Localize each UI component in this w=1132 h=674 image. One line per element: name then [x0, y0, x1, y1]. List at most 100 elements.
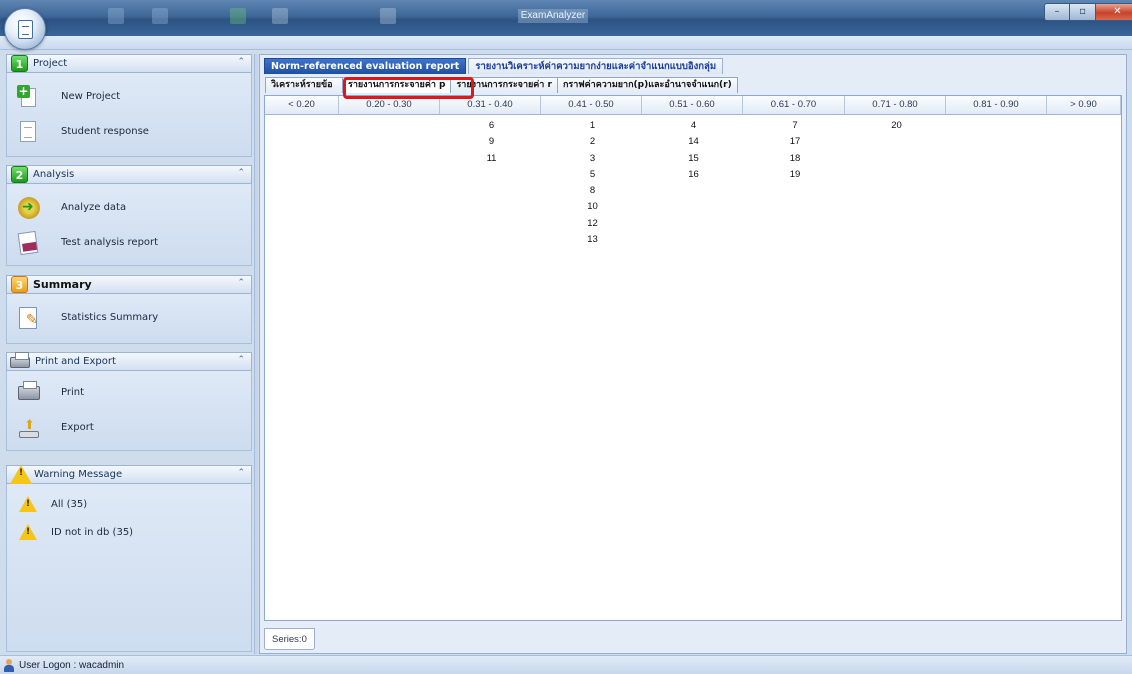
user-icon: [3, 658, 15, 672]
nav-item-warning-id-not-in-db[interactable]: ! ID not in db (35): [7, 518, 251, 546]
grid-cell[interactable]: 14: [643, 134, 744, 150]
grid-cell[interactable]: 1: [542, 118, 643, 134]
statistics-icon: [17, 306, 41, 330]
nav-item-label: Test analysis report: [61, 237, 159, 248]
grid-cell[interactable]: 10: [542, 199, 643, 215]
nav-item-test-analysis-report[interactable]: Test analysis report: [7, 225, 251, 260]
nav-item-student-response[interactable]: Student response: [7, 114, 251, 149]
chevron-up-icon[interactable]: ⌃: [237, 278, 245, 288]
tab-group-difficulty-report[interactable]: รายงานวิเคราะห์ค่าความยากง่ายและค่าจำแนก…: [468, 58, 724, 74]
group-body: ! All (35) ! ID not in db (35): [6, 484, 252, 652]
pane-splitter[interactable]: [254, 54, 258, 654]
grid-cell[interactable]: 11: [441, 151, 542, 167]
navigation-pane: 1 Project ⌃ + New Project Student respon…: [6, 54, 254, 654]
ribbon-strip: [0, 36, 1132, 50]
group-body: Print ⬆ Export: [6, 371, 252, 451]
warning-icon: !: [19, 496, 37, 512]
chevron-up-icon[interactable]: ⌃: [237, 57, 245, 67]
group-number-badge: 1: [11, 55, 28, 72]
group-title: Warning Message: [34, 469, 123, 480]
group-title: Project: [33, 58, 68, 69]
column-header[interactable]: 0.81 - 0.90: [946, 96, 1047, 115]
grid-cell[interactable]: 17: [744, 134, 846, 150]
nav-item-warning-all[interactable]: ! All (35): [7, 490, 251, 518]
tab-p-r-graph[interactable]: กราฟค่าความยาก(p)และอำนาจจำแนก(r): [556, 77, 738, 93]
window-controls: – ▫ ✕: [1044, 3, 1132, 21]
grid-column-values: 1 2 3 5 8 10 12 13: [542, 118, 643, 248]
nav-item-print[interactable]: Print: [7, 375, 251, 410]
application-menu-button[interactable]: [4, 8, 46, 50]
tab-series[interactable]: Series:0: [264, 628, 315, 650]
group-body: + New Project Student response: [6, 73, 252, 157]
minimize-button[interactable]: –: [1044, 3, 1070, 21]
report-icon: [17, 230, 41, 255]
p-distribution-grid: < 0.20 0.20 - 0.30 0.31 - 0.40 0.41 - 0.…: [264, 95, 1122, 621]
grid-cell[interactable]: 20: [846, 118, 947, 134]
group-header-warning-message[interactable]: ! Warning Message ⌃: [6, 465, 252, 484]
grid-column-values: 4 14 15 16: [643, 118, 744, 183]
highlight-annotation: [343, 77, 474, 99]
grid-cell[interactable]: 5: [542, 167, 643, 183]
group-title: Summary: [33, 278, 92, 291]
group-title: Print and Export: [35, 356, 116, 367]
grid-cell[interactable]: 9: [441, 134, 542, 150]
grid-cell[interactable]: 7: [744, 118, 846, 134]
grid-cell[interactable]: 19: [744, 167, 846, 183]
tab-item-analysis[interactable]: วิเคราะห์รายข้อ: [265, 77, 343, 93]
nav-item-label: New Project: [61, 91, 121, 102]
group-number-badge: 2: [11, 166, 28, 183]
nav-item-label: Print: [61, 387, 85, 398]
column-header[interactable]: 0.71 - 0.80: [845, 96, 946, 115]
grid-column-values: 20: [846, 118, 947, 134]
grid-cell[interactable]: 2: [542, 134, 643, 150]
nav-group-warning-message: ! Warning Message ⌃ ! All (35) ! ID not …: [6, 465, 252, 652]
window-title: ExamAnalyzer: [518, 9, 588, 23]
grid-cell[interactable]: 16: [643, 167, 744, 183]
column-header[interactable]: 0.51 - 0.60: [642, 96, 743, 115]
group-header-analysis[interactable]: 2 Analysis ⌃: [6, 165, 252, 184]
chevron-up-icon[interactable]: ⌃: [237, 168, 245, 178]
grid-cell[interactable]: 3: [542, 151, 643, 167]
grid-cell[interactable]: 8: [542, 183, 643, 199]
grid-cell[interactable]: 12: [542, 216, 643, 232]
chevron-up-icon[interactable]: ⌃: [237, 468, 245, 478]
nav-item-export[interactable]: ⬆ Export: [7, 410, 251, 445]
document-icon: [17, 120, 41, 144]
nav-item-statistics-summary[interactable]: Statistics Summary: [7, 300, 251, 335]
decoration-icon: [152, 8, 168, 24]
column-header[interactable]: > 0.90: [1047, 96, 1121, 115]
main-content: Norm-referenced evaluation report รายงาน…: [259, 54, 1127, 654]
nav-item-analyze-data[interactable]: Analyze data: [7, 190, 251, 225]
nav-item-new-project[interactable]: + New Project: [7, 79, 251, 114]
decoration-icon: [380, 8, 396, 24]
close-button[interactable]: ✕: [1096, 3, 1132, 21]
group-number-badge: 3: [11, 276, 28, 293]
column-header[interactable]: < 0.20: [265, 96, 339, 115]
grid-column-values: 6 9 11: [441, 118, 542, 167]
grid-cell[interactable]: 15: [643, 151, 744, 167]
nav-item-label: Student response: [61, 126, 149, 137]
column-header[interactable]: 0.61 - 0.70: [743, 96, 845, 115]
group-header-print-export[interactable]: Print and Export ⌃: [6, 351, 252, 371]
grid-cell[interactable]: 4: [643, 118, 744, 134]
series-tabs: Series:0: [264, 628, 315, 650]
nav-item-label: Export: [61, 422, 94, 433]
report-tabs: Norm-referenced evaluation report รายงาน…: [264, 58, 725, 74]
grid-cell[interactable]: 13: [542, 232, 643, 248]
column-header[interactable]: 0.41 - 0.50: [541, 96, 642, 115]
warning-icon: !: [10, 465, 32, 484]
group-header-summary[interactable]: 3 Summary ⌃: [6, 275, 252, 294]
warning-icon: !: [19, 524, 37, 540]
nav-item-label: Statistics Summary: [61, 312, 159, 323]
chevron-up-icon[interactable]: ⌃: [237, 355, 245, 365]
grid-cell[interactable]: 18: [744, 151, 846, 167]
tab-norm-referenced-report[interactable]: Norm-referenced evaluation report: [264, 58, 467, 74]
app-document-icon: [18, 20, 33, 39]
nav-item-label: ID not in db (35): [51, 526, 134, 538]
grid-cell[interactable]: 6: [441, 118, 542, 134]
maximize-button[interactable]: ▫: [1070, 3, 1096, 21]
group-header-project[interactable]: 1 Project ⌃: [6, 54, 252, 73]
nav-group-print-export: Print and Export ⌃ Print ⬆ Export: [6, 351, 252, 451]
printer-icon: [10, 351, 32, 370]
nav-item-label: All (35): [51, 498, 88, 510]
